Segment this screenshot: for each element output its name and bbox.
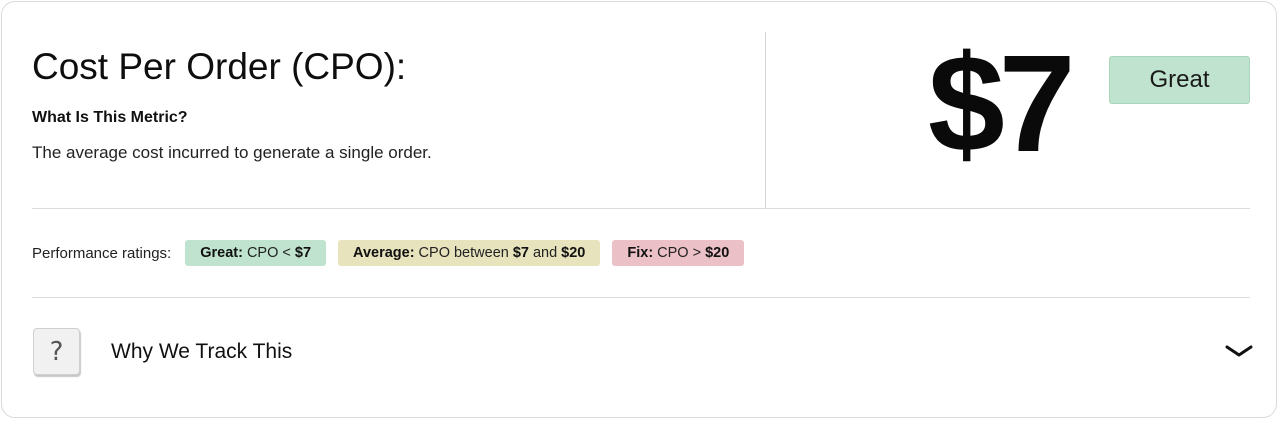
metric-title: Cost Per Order (CPO): — [32, 46, 407, 87]
divider — [32, 297, 1250, 298]
rating-fix-name: Fix: — [627, 245, 654, 261]
rating-average-name: Average: — [353, 245, 415, 261]
question-mark-icon[interactable]: ? — [33, 328, 80, 375]
rating-great-threshold: $7 — [294, 245, 312, 261]
metric-info: Cost Per Order (CPO): What Is This Metri… — [32, 32, 765, 209]
chevron-down-icon[interactable] — [1224, 342, 1254, 360]
rating-fix-threshold: $20 — [705, 245, 730, 261]
rating-average-low: $7 — [512, 245, 529, 261]
ratings-label: Performance ratings: — [32, 244, 172, 262]
rating-average-high: $20 — [561, 245, 586, 261]
rating-great-condition: CPO < — [246, 245, 291, 261]
status-badge: Great — [1109, 56, 1250, 104]
rating-chip-great: Great: CPO < $7 — [185, 240, 327, 266]
rating-chip-average: Average: CPO between $7 and $20 — [338, 240, 601, 266]
rating-average-condition: CPO between — [418, 245, 509, 261]
rating-great-name: Great: — [200, 245, 243, 261]
metric-question: What Is This Metric? — [32, 109, 188, 126]
vertical-divider — [765, 32, 766, 209]
metric-header: Cost Per Order (CPO): What Is This Metri… — [32, 32, 1250, 209]
metric-value: $7 — [928, 27, 1075, 181]
performance-ratings: Performance ratings: Great: CPO < $7 Ave… — [32, 239, 756, 267]
why-we-track-title[interactable]: Why We Track This — [111, 340, 292, 364]
rating-fix-condition: CPO > — [657, 245, 702, 261]
metric-card: Cost Per Order (CPO): What Is This Metri… — [1, 1, 1277, 418]
metric-description: The average cost incurred to generate a … — [32, 143, 432, 162]
divider — [32, 208, 1250, 209]
rating-average-and: and — [532, 245, 558, 261]
rating-chip-fix: Fix: CPO > $20 — [612, 240, 745, 266]
